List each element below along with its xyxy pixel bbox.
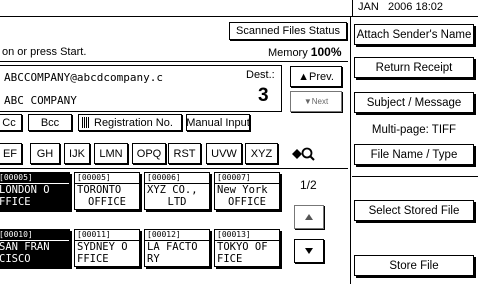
destination-item[interactable]: [00006] XYZ CO., LTD xyxy=(144,172,210,210)
destination-line2: LTD xyxy=(167,196,187,208)
bcc-tab[interactable]: Bcc xyxy=(28,114,72,131)
memory-indicator: Memory 100% xyxy=(268,46,342,60)
cc-tab[interactable]: Cc xyxy=(0,114,22,131)
destination-number: [00005] xyxy=(0,173,69,184)
destination-line2: OFFICE xyxy=(88,196,126,208)
index-tab-rst[interactable]: RST xyxy=(168,143,201,164)
destination-item[interactable]: [00010] SAN FRAN CISCO xyxy=(0,229,70,267)
destination-line2: FICE xyxy=(217,253,243,265)
page-up-button[interactable] xyxy=(294,205,324,229)
destination-item[interactable]: [00005] TORONTO OFFICE xyxy=(74,172,140,210)
destination-number: [00007] xyxy=(215,173,279,184)
multipage-label: Multi-page: TIFF xyxy=(371,124,457,136)
destination-line1: TORONTO xyxy=(77,184,122,196)
destination-item[interactable]: [00012] LA FACTO RY xyxy=(144,229,210,267)
triangle-down-icon xyxy=(305,248,313,254)
index-tab-gh[interactable]: GH xyxy=(30,143,60,164)
destination-line2: RY xyxy=(147,253,160,265)
destination-line2: FFICE xyxy=(0,196,31,208)
index-tab-xyz[interactable]: XYZ xyxy=(245,143,278,164)
prev-button[interactable]: ▲Prev. xyxy=(290,66,342,87)
file-name-type-button[interactable]: File Name / Type xyxy=(354,144,474,165)
next-button[interactable]: ▼Next xyxy=(290,91,342,112)
destination-number: [00012] xyxy=(145,230,209,241)
memory-value: 100% xyxy=(310,45,342,59)
scanned-files-status-button[interactable]: Scanned Files Status xyxy=(229,22,347,40)
page-down-button[interactable] xyxy=(294,239,324,263)
destination-line2: FFICE xyxy=(77,253,109,265)
search-icon xyxy=(292,147,315,161)
index-tab-ef[interactable]: EF xyxy=(0,143,22,164)
index-tab-ijk[interactable]: IJK xyxy=(64,143,90,164)
destination-list-panel xyxy=(0,168,348,169)
destination-line1: TOKYO OF xyxy=(217,241,268,253)
return-receipt-button[interactable]: Return Receipt xyxy=(354,57,474,78)
index-tab-lmn[interactable]: LMN xyxy=(94,143,128,164)
index-tab-opq[interactable]: OPQ xyxy=(132,143,166,164)
destination-item[interactable]: [00011] SYDNEY O FFICE xyxy=(74,229,140,267)
right-panel-divider xyxy=(350,17,351,284)
dest-label: Dest.: xyxy=(246,69,275,81)
destination-line1: LONDON O xyxy=(0,184,50,196)
destination-line2: OFFICE xyxy=(228,196,266,208)
prompt-text: on or press Start. xyxy=(2,46,87,58)
clock: JAN 2006 18:02 xyxy=(358,1,444,13)
subject-message-button[interactable]: Subject / Message xyxy=(354,92,474,113)
memory-label: Memory xyxy=(268,47,308,59)
destination-item[interactable]: [00005] LONDON O FFICE xyxy=(0,172,70,210)
store-file-button[interactable]: Store File xyxy=(354,255,474,276)
index-tab-uvw[interactable]: UVW xyxy=(206,143,242,164)
triangle-up-icon xyxy=(305,214,313,220)
select-stored-file-button[interactable]: Select Stored File xyxy=(354,200,474,221)
destination-item[interactable]: [00013] TOKYO OF FICE xyxy=(214,229,280,267)
destination-number: [00005] xyxy=(75,173,139,184)
destination-line1: SAN FRAN xyxy=(0,241,50,253)
destination-line1: SYDNEY O xyxy=(77,241,128,253)
destination-name: ABC COMPANY xyxy=(4,94,77,107)
destination-number: [00006] xyxy=(145,173,209,184)
dest-count: 3 xyxy=(258,85,269,106)
destination-number: [00013] xyxy=(215,230,279,241)
prompt-underline xyxy=(0,61,348,62)
destination-line1: New York xyxy=(217,184,268,196)
destination-line2: CISCO xyxy=(0,253,31,265)
destination-address: ABCCOMPANY@abcdcompany.c xyxy=(4,71,163,84)
destination-line1: XYZ CO., xyxy=(147,184,198,196)
clock-divider xyxy=(352,0,353,17)
registration-no-label: Registration No. xyxy=(94,116,173,129)
destination-item[interactable]: [00007] New York OFFICE xyxy=(214,172,280,210)
search-button[interactable] xyxy=(284,143,322,164)
registration-marker-icon xyxy=(82,117,90,128)
destination-number: [00011] xyxy=(75,230,139,241)
right-panel-separator xyxy=(352,176,478,177)
destination-line1: LA FACTO xyxy=(147,241,198,253)
destination-number: [00010] xyxy=(0,230,69,241)
manual-input-tab[interactable]: Manual Input xyxy=(186,114,250,131)
attach-senders-name-button[interactable]: Attach Sender's Name xyxy=(354,24,474,45)
registration-no-tab[interactable]: Registration No. xyxy=(78,114,182,131)
page-indicator: 1/2 xyxy=(300,178,317,192)
